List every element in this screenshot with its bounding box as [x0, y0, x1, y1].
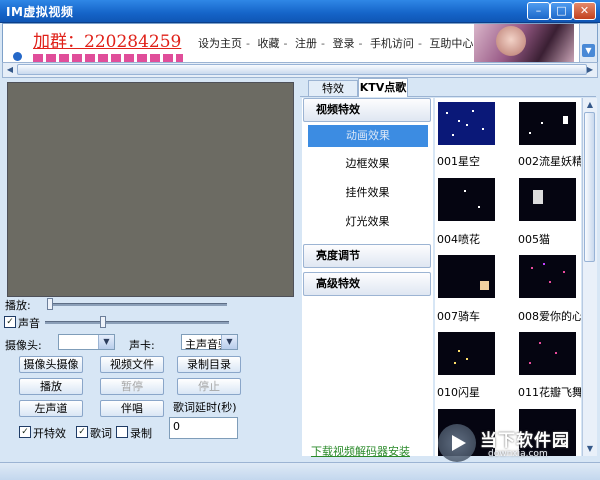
- banner-photo: [474, 24, 574, 62]
- effects-label: 开特效: [33, 427, 66, 440]
- lyrics-delay-group: 歌词延时(秒) 0: [169, 399, 238, 439]
- camera-label: 摄像头:: [5, 339, 42, 352]
- left-channel-button[interactable]: 左声道: [19, 400, 83, 417]
- record-dir-button[interactable]: 录制目录: [177, 356, 241, 373]
- effect-thumb-flowers[interactable]: [438, 178, 495, 221]
- tab-effects[interactable]: 特效: [308, 80, 358, 96]
- menu-item-lighting[interactable]: 灯光效果: [302, 211, 433, 233]
- nav-mobile[interactable]: 手机访问: [370, 37, 414, 50]
- ad-banner[interactable]: 加群：220284259 设为主页 - 收藏 - 注册 - 登录 - 手机访问 - 互助中…: [2, 23, 598, 63]
- scroll-right-icon[interactable]: ▶: [583, 63, 597, 77]
- title-bar: IM虚拟视频 – □ ✕: [0, 0, 600, 23]
- maximize-button[interactable]: □: [550, 2, 573, 20]
- nav-favorite[interactable]: 收藏: [257, 37, 279, 50]
- effects-checkbox[interactable]: ✓: [19, 426, 31, 438]
- stop-button[interactable]: 停止: [177, 378, 241, 395]
- gallery-vscroll[interactable]: ▲ ▼: [582, 98, 597, 456]
- lyrics-label: 歌词: [90, 427, 112, 440]
- banner-vscroll[interactable]: ▼: [579, 24, 597, 62]
- menu-item-pendant[interactable]: 挂件效果: [302, 182, 433, 204]
- effect-gallery: 001星空 002流星妖精 004喷花 005猫 007骑车 008爱你的心 0…: [435, 98, 581, 456]
- lyrics-checkbox[interactable]: ✓: [76, 426, 88, 438]
- effect-thumb-sparkle[interactable]: [438, 332, 495, 375]
- close-button[interactable]: ✕: [573, 2, 596, 20]
- tab-bar: 特效 KTV点歌: [300, 78, 596, 97]
- effect-caption: 007骑车: [437, 310, 480, 323]
- play-button[interactable]: 播放: [19, 378, 83, 395]
- video-preview: [7, 82, 294, 297]
- camera-record-button[interactable]: 摄像头摄像: [19, 356, 83, 373]
- nav-help[interactable]: 互助中心: [429, 37, 473, 50]
- sound-checkbox[interactable]: ✓: [4, 316, 16, 328]
- menu-advanced[interactable]: 高级特效: [303, 272, 431, 296]
- effect-thumb-cat[interactable]: [519, 178, 576, 221]
- qq-group-link[interactable]: 加群：220284259: [33, 27, 181, 52]
- video-file-button[interactable]: 视频文件: [100, 356, 164, 373]
- camera-select[interactable]: ▼: [58, 334, 115, 350]
- lyrics-delay-input[interactable]: 0: [169, 417, 238, 439]
- play-slider[interactable]: [47, 303, 227, 306]
- effect-caption: 004喷花: [437, 233, 480, 246]
- banner-marquee: [33, 54, 183, 62]
- menu-item-border[interactable]: 边框效果: [302, 153, 433, 175]
- scroll-left-icon[interactable]: ◀: [3, 63, 17, 77]
- soundcard-label: 声卡:: [129, 339, 155, 352]
- record-checkbox[interactable]: [116, 426, 128, 438]
- lyrics-delay-label: 歌词延时(秒): [172, 399, 238, 415]
- banner-hscroll[interactable]: ◀ ▶: [2, 62, 598, 78]
- control-panel: 播放: ✓ 声音 摄像头: ▼ 声卡: 主声音驱 ▼ 摄像头摄像 视频文件 录制…: [3, 80, 295, 458]
- scroll-up-icon[interactable]: ▲: [583, 98, 597, 112]
- vscroll-thumb[interactable]: [584, 112, 595, 262]
- nav-set-home[interactable]: 设为主页: [198, 37, 242, 50]
- record-label: 录制: [130, 427, 152, 440]
- effect-caption: 011花瓣飞舞: [518, 386, 581, 399]
- sound-label: 声音: [18, 317, 40, 330]
- volume-slider-thumb[interactable]: [99, 316, 106, 328]
- menu-brightness[interactable]: 亮度调节: [303, 244, 431, 268]
- banner-dot-icon: [13, 52, 22, 61]
- tab-ktv[interactable]: KTV点歌: [358, 78, 408, 97]
- chevron-down-icon[interactable]: ▼: [98, 335, 114, 349]
- play-icon: [452, 435, 466, 451]
- effect-thumb-love-heart[interactable]: [519, 255, 576, 298]
- effect-caption: 001星空: [437, 155, 480, 168]
- effect-caption: 002流星妖精: [518, 155, 581, 168]
- soundcard-select[interactable]: 主声音驱 ▼: [181, 334, 238, 351]
- download-codec-link[interactable]: 下载视频解码器安装: [311, 443, 410, 459]
- menu-video-effects[interactable]: 视频特效: [303, 98, 431, 122]
- effect-caption: 005猫: [518, 233, 550, 246]
- play-label: 播放:: [5, 299, 31, 312]
- effect-thumb-starry[interactable]: [438, 102, 495, 145]
- volume-slider[interactable]: [45, 321, 229, 324]
- accompany-button[interactable]: 伴唱: [100, 400, 164, 417]
- window-title: IM虚拟视频: [6, 5, 74, 19]
- effect-thumb-meteor[interactable]: [519, 102, 576, 145]
- menu-item-animation[interactable]: 动画效果: [308, 125, 428, 147]
- minimize-button[interactable]: –: [527, 2, 550, 20]
- effects-panel: 特效 KTV点歌 视频特效 动画效果 边框效果 挂件效果 灯光效果 亮度调节 高…: [300, 78, 597, 459]
- chevron-down-icon[interactable]: ▼: [221, 335, 237, 349]
- play-slider-thumb[interactable]: [47, 298, 53, 310]
- effect-thumb-riding[interactable]: [438, 255, 495, 298]
- nav-register[interactable]: 注册: [295, 37, 317, 50]
- pause-button[interactable]: 暂停: [100, 378, 164, 395]
- effect-category-menu: 视频特效 动画效果 边框效果 挂件效果 灯光效果 亮度调节 高级特效 下载视频解…: [302, 98, 433, 459]
- effect-caption: 008爱你的心: [518, 310, 581, 323]
- status-bar: [0, 462, 600, 480]
- scroll-down-icon[interactable]: ▼: [582, 44, 595, 57]
- nav-login[interactable]: 登录: [332, 37, 354, 50]
- hscroll-thumb[interactable]: [17, 64, 587, 75]
- banner-nav: 设为主页 - 收藏 - 注册 - 登录 - 手机访问 - 互助中心: [198, 37, 474, 50]
- effect-thumb-petals[interactable]: [519, 332, 576, 375]
- effect-caption: 010闪星: [437, 386, 480, 399]
